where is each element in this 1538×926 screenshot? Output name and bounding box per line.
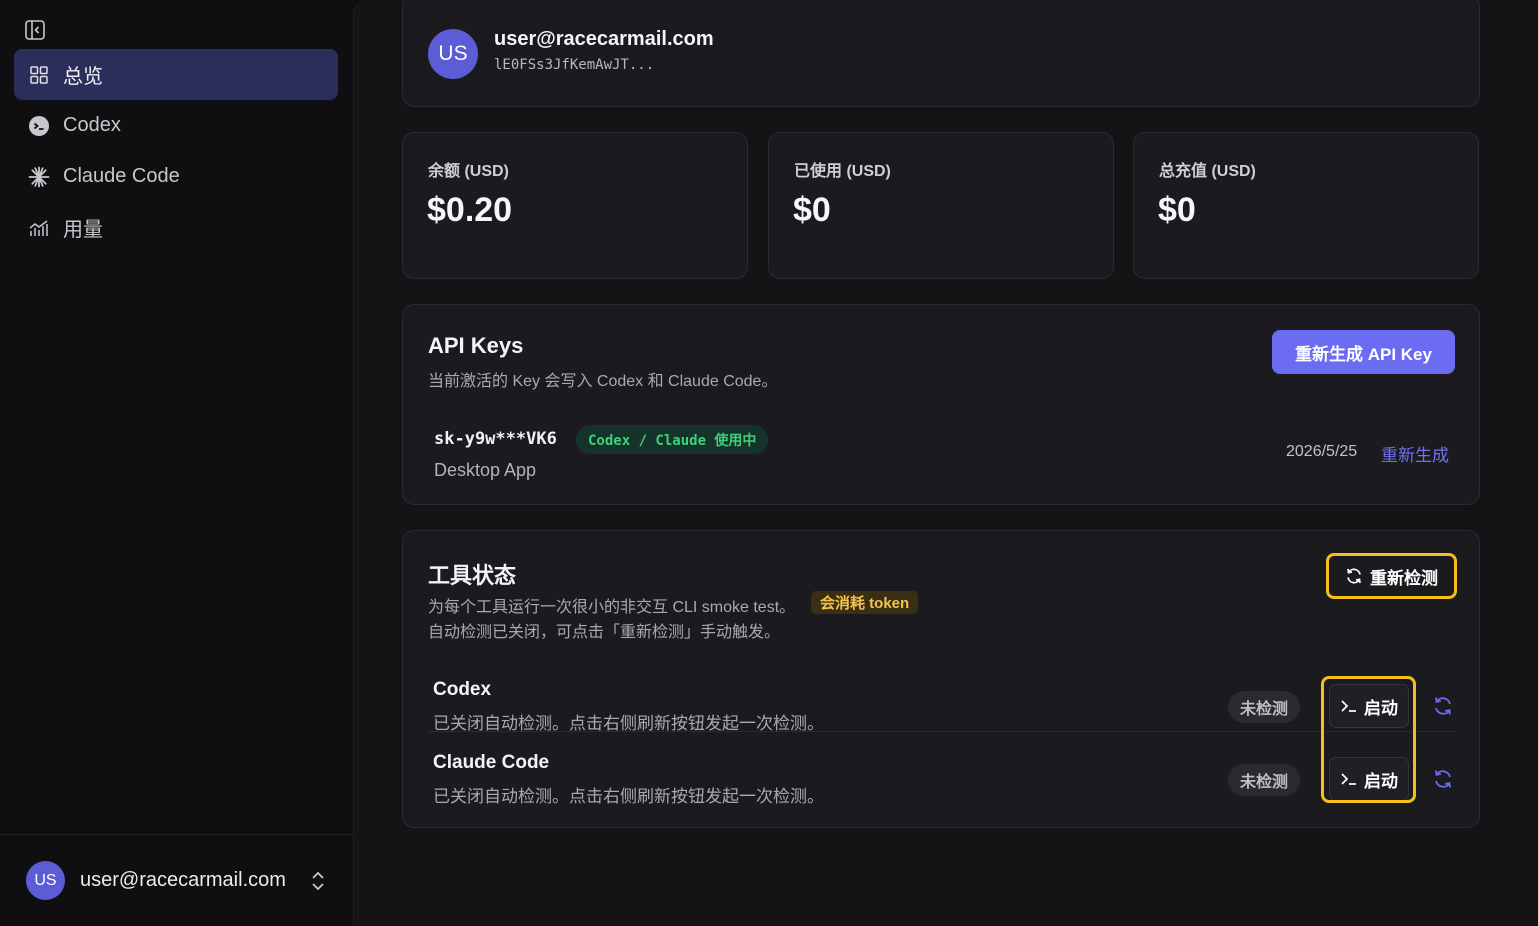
avatar: US [428, 29, 478, 79]
status-badge: Codex / Claude 使用中 [576, 425, 769, 454]
launch-label: 启动 [1364, 698, 1398, 718]
main-content: US user@racecarmail.com lE0FSs3JfKemAwJT… [353, 0, 1538, 926]
tool-row-claude-code: Claude Code 已关闭自动检测。点击右侧刷新按钮发起一次检测。 未检测 … [427, 750, 1457, 822]
launch-label: 启动 [1364, 771, 1398, 791]
tool-name: Claude Code [433, 752, 550, 773]
sidebar-collapse-icon[interactable] [24, 19, 46, 41]
grid-icon [28, 64, 50, 86]
tool-description: 已关闭自动检测。点击右侧刷新按钮发起一次检测。 [433, 787, 824, 806]
chart-icon [28, 217, 50, 239]
profile-id: lE0FSs3JfKemAwJT... [494, 57, 655, 73]
divider [427, 731, 1457, 732]
section-description: 为每个工具运行一次很小的非交互 CLI smoke test。 [428, 599, 796, 616]
tool-row-codex: Codex 已关闭自动检测。点击右侧刷新按钮发起一次检测。 未检测 启动 [427, 677, 1457, 749]
api-key-date: 2026/5/25 [1286, 443, 1358, 460]
recheck-button[interactable]: 重新检测 [1326, 553, 1457, 599]
refresh-icon [1345, 567, 1363, 585]
sidebar-item-codex[interactable]: Codex [14, 100, 338, 151]
api-key-name: sk-y9w***VK6 [434, 429, 557, 449]
launch-button[interactable]: 启动 [1329, 757, 1409, 801]
divider [0, 834, 353, 835]
stat-label: 已使用 (USD) [794, 163, 891, 180]
recheck-label: 重新检测 [1370, 568, 1438, 588]
status-badge: 未检测 [1228, 764, 1301, 796]
stat-card-used: 已使用 (USD) $0 [768, 132, 1114, 279]
tool-name: Codex [433, 679, 492, 700]
stat-card-total-recharge: 总充值 (USD) $0 [1133, 132, 1479, 279]
tools-status-card: 工具状态 为每个工具运行一次很小的非交互 CLI smoke test。 会消耗… [402, 530, 1480, 828]
account-email: user@racecarmail.com [80, 869, 286, 891]
profile-card: US user@racecarmail.com lE0FSs3JfKemAwJT… [402, 0, 1480, 107]
sidebar-item-claude-code[interactable]: Claude Code [14, 151, 338, 202]
chevron-up-down-icon [310, 870, 326, 892]
sidebar: 总览 Codex Claude Code 用量 US user@racecarm… [0, 0, 353, 926]
refresh-icon[interactable] [1432, 695, 1454, 717]
stat-value: $0 [1158, 191, 1196, 229]
launch-button[interactable]: 启动 [1329, 684, 1409, 728]
profile-email: user@racecarmail.com [494, 28, 714, 50]
terminal-icon [1340, 770, 1358, 788]
stat-label: 总充值 (USD) [1159, 163, 1256, 180]
stat-value: $0.20 [427, 191, 513, 229]
section-title: API Keys [428, 333, 524, 358]
api-key-app: Desktop App [434, 460, 537, 480]
api-keys-card: API Keys 当前激活的 Key 会写入 Codex 和 Claude Co… [402, 304, 1480, 505]
stat-label: 余额 (USD) [428, 163, 509, 180]
sidebar-item-overview[interactable]: 总览 [14, 49, 338, 100]
sidebar-item-label: Claude Code [63, 165, 180, 187]
sidebar-item-label: Codex [63, 114, 121, 136]
refresh-icon[interactable] [1432, 768, 1454, 790]
regenerate-link[interactable]: 重新生成 [1381, 441, 1449, 466]
claude-icon [28, 166, 50, 188]
sidebar-item-label: 用量 [63, 219, 103, 241]
terminal-icon [1340, 697, 1358, 715]
sidebar-item-label: 总览 [63, 66, 103, 88]
regenerate-api-key-button[interactable]: 重新生成 API Key [1272, 330, 1455, 374]
sidebar-nav: 总览 Codex Claude Code 用量 [14, 49, 338, 253]
stat-card-balance: 余额 (USD) $0.20 [402, 132, 748, 279]
account-switcher[interactable]: US user@racecarmail.com [26, 861, 326, 900]
section-title: 工具状态 [428, 563, 517, 588]
section-description: 当前激活的 Key 会写入 Codex 和 Claude Code。 [428, 373, 778, 390]
avatar: US [26, 861, 65, 900]
stat-value: $0 [793, 191, 831, 229]
token-warning-badge: 会消耗 token [811, 591, 919, 614]
codex-icon [28, 115, 50, 137]
section-description-secondary: 自动检测已关闭，可点击「重新检测」手动触发。 [428, 624, 781, 641]
sidebar-item-usage[interactable]: 用量 [14, 202, 338, 253]
status-badge: 未检测 [1228, 691, 1301, 723]
